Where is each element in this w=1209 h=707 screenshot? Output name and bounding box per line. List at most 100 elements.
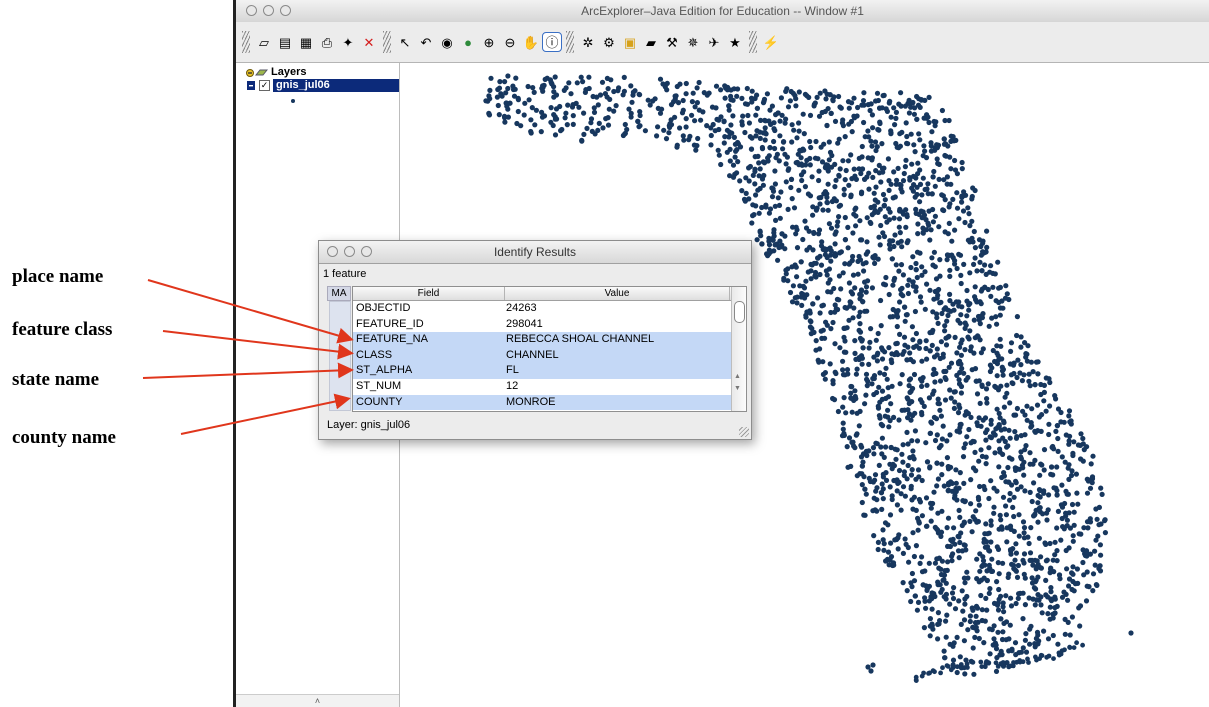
feature-point[interactable] [991,600,998,607]
feature-point[interactable] [1010,362,1017,368]
feature-point[interactable] [897,299,903,305]
feature-point[interactable] [935,320,941,326]
feature-point[interactable] [964,434,970,440]
feature-point[interactable] [832,231,838,237]
feature-point[interactable] [962,347,968,353]
feature-point[interactable] [1038,428,1044,434]
feature-point[interactable] [979,607,985,613]
feature-point[interactable] [636,91,642,97]
feature-point[interactable] [630,89,636,95]
new-map-icon[interactable]: ▱ [255,33,273,51]
feature-point[interactable] [605,86,611,92]
feature-point[interactable] [999,652,1005,658]
feature-point[interactable] [616,85,622,91]
feature-point[interactable] [1018,344,1024,350]
feature-point[interactable] [1000,372,1006,378]
feature-point[interactable] [880,537,886,543]
feature-point[interactable] [936,621,942,627]
feature-point[interactable] [986,562,992,568]
feature-point[interactable] [997,336,1003,342]
feature-point[interactable] [706,90,712,96]
feature-point[interactable] [1052,539,1058,545]
feature-point[interactable] [872,472,879,478]
feature-point[interactable] [956,598,962,604]
feature-point[interactable] [940,665,945,671]
feature-point[interactable] [913,267,919,273]
feature-point[interactable] [911,371,918,378]
feature-point[interactable] [930,371,936,377]
feature-point[interactable] [811,260,817,266]
feature-point[interactable] [964,313,970,319]
feature-point[interactable] [904,357,910,363]
feature-point[interactable] [1000,494,1007,500]
feature-point[interactable] [988,478,994,484]
feature-point[interactable] [909,324,915,330]
feature-point[interactable] [958,621,964,628]
feature-point[interactable] [1063,591,1069,598]
feature-point[interactable] [837,202,844,208]
feature-point[interactable] [845,99,852,105]
feature-point[interactable] [1043,577,1049,584]
feature-point[interactable] [896,216,903,222]
feature-point[interactable] [971,671,977,677]
feature-point[interactable] [968,414,974,420]
feature-point[interactable] [962,580,968,586]
feature-point[interactable] [963,409,969,415]
feature-point[interactable] [960,208,967,214]
feature-point[interactable] [851,95,857,101]
feature-point[interactable] [852,285,858,291]
feature-point[interactable] [902,318,908,324]
feature-point[interactable] [876,234,882,240]
measure-icon[interactable]: ⚒ [663,33,681,51]
feature-point[interactable] [915,515,921,521]
feature-point[interactable] [899,189,905,195]
feature-point[interactable] [869,143,875,149]
feature-point[interactable] [611,108,617,114]
feature-point[interactable] [522,100,528,106]
feature-point[interactable] [827,92,833,98]
feature-point[interactable] [958,390,965,396]
feature-point[interactable] [794,135,800,141]
feature-point[interactable] [998,593,1004,599]
feature-point[interactable] [901,334,908,340]
feature-point[interactable] [989,568,996,574]
feature-point[interactable] [812,100,818,106]
feature-point[interactable] [984,577,990,584]
feature-point[interactable] [978,592,984,599]
feature-point[interactable] [979,268,985,274]
feature-point[interactable] [772,181,778,187]
feature-point[interactable] [525,83,531,90]
feature-point[interactable] [781,275,787,281]
feature-point[interactable] [984,607,990,613]
feature-point[interactable] [1002,438,1008,445]
feature-point[interactable] [663,136,670,142]
feature-point[interactable] [995,259,1001,265]
feature-point[interactable] [886,345,892,351]
feature-point[interactable] [964,287,970,294]
feature-point[interactable] [1046,492,1052,498]
feature-point[interactable] [861,268,867,274]
feature-point[interactable] [1070,452,1076,459]
feature-point[interactable] [1004,382,1010,388]
feature-point[interactable] [1045,594,1051,600]
layer-row-gnis[interactable]: ✓ gnis_jul06 [246,79,399,92]
feature-point[interactable] [807,112,814,118]
feature-point[interactable] [679,110,686,116]
feature-point[interactable] [843,349,849,355]
feature-point[interactable] [770,237,776,243]
feature-point[interactable] [983,249,989,255]
feature-point[interactable] [549,81,555,87]
feature-point[interactable] [848,300,854,306]
feature-point[interactable] [505,114,511,120]
feature-point[interactable] [797,147,803,153]
minimize-button[interactable] [263,5,274,16]
feature-point[interactable] [561,87,567,93]
feature-point[interactable] [899,129,905,135]
feature-point[interactable] [978,659,984,665]
feature-point[interactable] [872,477,878,483]
feature-point[interactable] [740,113,746,119]
feature-point[interactable] [979,383,985,389]
full-extent-icon[interactable]: ● [459,33,477,51]
feature-point[interactable] [997,312,1003,318]
feature-point[interactable] [730,113,736,119]
